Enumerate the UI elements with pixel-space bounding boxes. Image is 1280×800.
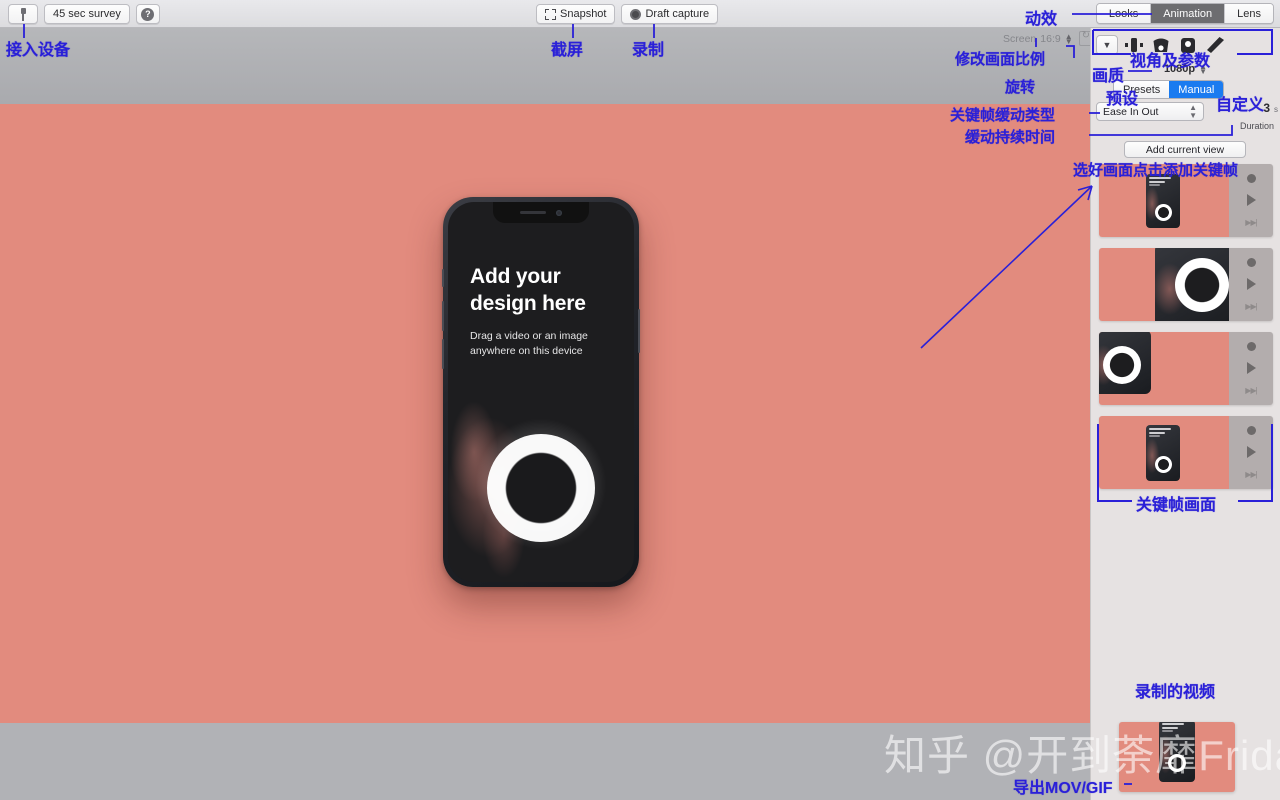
draft-capture-label: Draft capture — [645, 8, 710, 20]
annotation-snapshot: 截屏 — [551, 42, 584, 59]
snapshot-icon — [545, 8, 556, 20]
mini-phone — [1099, 332, 1151, 394]
phone-artwork — [448, 372, 634, 582]
speaker-icon — [520, 210, 546, 215]
keyframe-row-2[interactable]: ▶▶| — [1099, 248, 1273, 321]
canvas-top-gutter — [0, 28, 1090, 104]
skip-end-icon[interactable]: ▶▶| — [1245, 218, 1257, 227]
phone-volume-down — [442, 339, 444, 369]
phone-mockup[interactable]: Add your design here Drag a video or an … — [442, 197, 640, 587]
duration-value[interactable]: 3 — [1263, 101, 1270, 115]
phone-placeholder-title: Add your design here — [470, 265, 586, 315]
skip-end-icon[interactable]: ▶▶| — [1245, 302, 1257, 311]
tab-lens[interactable]: Lens — [1225, 4, 1273, 23]
skip-end-icon[interactable]: ▶▶| — [1245, 470, 1257, 479]
annotation-rotate: 旋转 — [1005, 79, 1036, 96]
annotation-easing-type: 关键帧缓动类型 — [950, 107, 1056, 124]
screen-ratio-value: 16:9 — [1040, 32, 1061, 45]
skip-end-icon[interactable]: ▶▶| — [1245, 386, 1257, 395]
mini-phone — [1155, 248, 1229, 321]
screen-ratio-stepper[interactable]: ▲ ▼ — [1065, 32, 1073, 45]
annotation-recorded-video: 录制的视频 — [1135, 684, 1216, 701]
annotation-add-keyframe: 选好画面点击添加关键帧 — [1073, 162, 1239, 179]
ring-graphic — [487, 434, 595, 542]
keyframe-controls: ▶▶| — [1229, 332, 1273, 405]
easing-caret-icon: ▲ ▼ — [1189, 102, 1197, 120]
keyframe-thumbnail[interactable] — [1099, 248, 1229, 321]
phone-power-button — [638, 309, 640, 353]
annotation-connect-device: 接入设备 — [6, 42, 71, 59]
keyframe-controls: ▶▶| — [1229, 416, 1273, 489]
keyframe-controls: ▶▶| — [1229, 248, 1273, 321]
annotation-quality: 画质 — [1092, 68, 1125, 85]
survey-button[interactable]: 45 sec survey — [44, 4, 130, 24]
record-icon — [630, 8, 642, 20]
annotation-custom: 自定义 — [1216, 97, 1265, 114]
add-current-view-button[interactable]: Add current view — [1124, 141, 1246, 158]
record-dot-icon[interactable] — [1246, 173, 1256, 183]
annotation-keyframe-frames: 关键帧画面 — [1136, 497, 1217, 514]
keyframe-thumbnail[interactable] — [1099, 332, 1229, 405]
phone-volume-up — [442, 301, 444, 331]
play-icon[interactable] — [1246, 278, 1256, 291]
mini-phone — [1146, 425, 1180, 481]
snapshot-label: Snapshot — [560, 8, 607, 20]
keyframe-row-4[interactable]: ▶▶| — [1099, 416, 1273, 489]
draft-capture-button[interactable]: Draft capture — [621, 4, 719, 24]
keyframe-row-3[interactable]: ▶▶| — [1099, 332, 1273, 405]
chevron-down-icon[interactable]: ▼ — [1096, 35, 1118, 55]
screen-ratio-control[interactable]: Screen 16:9 ▲ ▼ — [1003, 30, 1094, 46]
annotation-record: 录制 — [632, 42, 665, 59]
keyframe-list: ▶▶| ▶▶| ▶▶| ▶▶| — [1099, 164, 1273, 500]
phone-mute-switch — [442, 269, 444, 287]
mode-tabs: Looks Animation Lens — [1095, 3, 1274, 24]
annotation-export: 导出MOV/GIF — [1013, 780, 1113, 797]
tab-looks[interactable]: Looks — [1096, 4, 1152, 23]
tab-animation[interactable]: Animation — [1151, 4, 1226, 23]
design-canvas[interactable]: Add your design here Drag a video or an … — [0, 104, 1090, 723]
play-icon[interactable] — [1246, 446, 1256, 459]
snapshot-button[interactable]: Snapshot — [536, 4, 616, 24]
mini-phone — [1146, 174, 1180, 228]
keyframe-thumbnail[interactable] — [1099, 416, 1229, 489]
annotation-view-params: 视角及参数 — [1130, 53, 1211, 70]
top-toolbar: 45 sec survey ? Snapshot Draft capture L… — [0, 0, 1280, 28]
annotation-animation: 动效 — [1025, 11, 1058, 28]
camera-icon — [556, 209, 562, 216]
app-root: Add your design here Drag a video or an … — [0, 0, 1280, 800]
annotation-presets: 预设 — [1106, 91, 1139, 108]
phone-placeholder-subtitle: Drag a video or an image anywhere on thi… — [470, 330, 588, 357]
connect-device-button[interactable] — [8, 4, 38, 24]
screen-ratio-label: Screen — [1003, 32, 1037, 45]
help-icon: ? — [141, 7, 155, 21]
plug-icon — [20, 7, 27, 21]
duration-label: Duration — [1239, 121, 1274, 131]
record-dot-icon[interactable] — [1246, 257, 1256, 267]
help-button[interactable]: ? — [135, 4, 160, 24]
phone-notch — [493, 202, 589, 223]
annotation-easing-duration: 缓动持续时间 — [965, 129, 1056, 146]
play-icon[interactable] — [1246, 362, 1256, 375]
duration-unit: s — [1274, 105, 1278, 114]
play-icon[interactable] — [1246, 194, 1256, 207]
annotation-aspect-ratio: 修改画面比例 — [955, 51, 1046, 68]
phone-screen: Add your design here Drag a video or an … — [448, 202, 634, 582]
record-dot-icon[interactable] — [1246, 341, 1256, 351]
record-dot-icon[interactable] — [1246, 425, 1256, 435]
